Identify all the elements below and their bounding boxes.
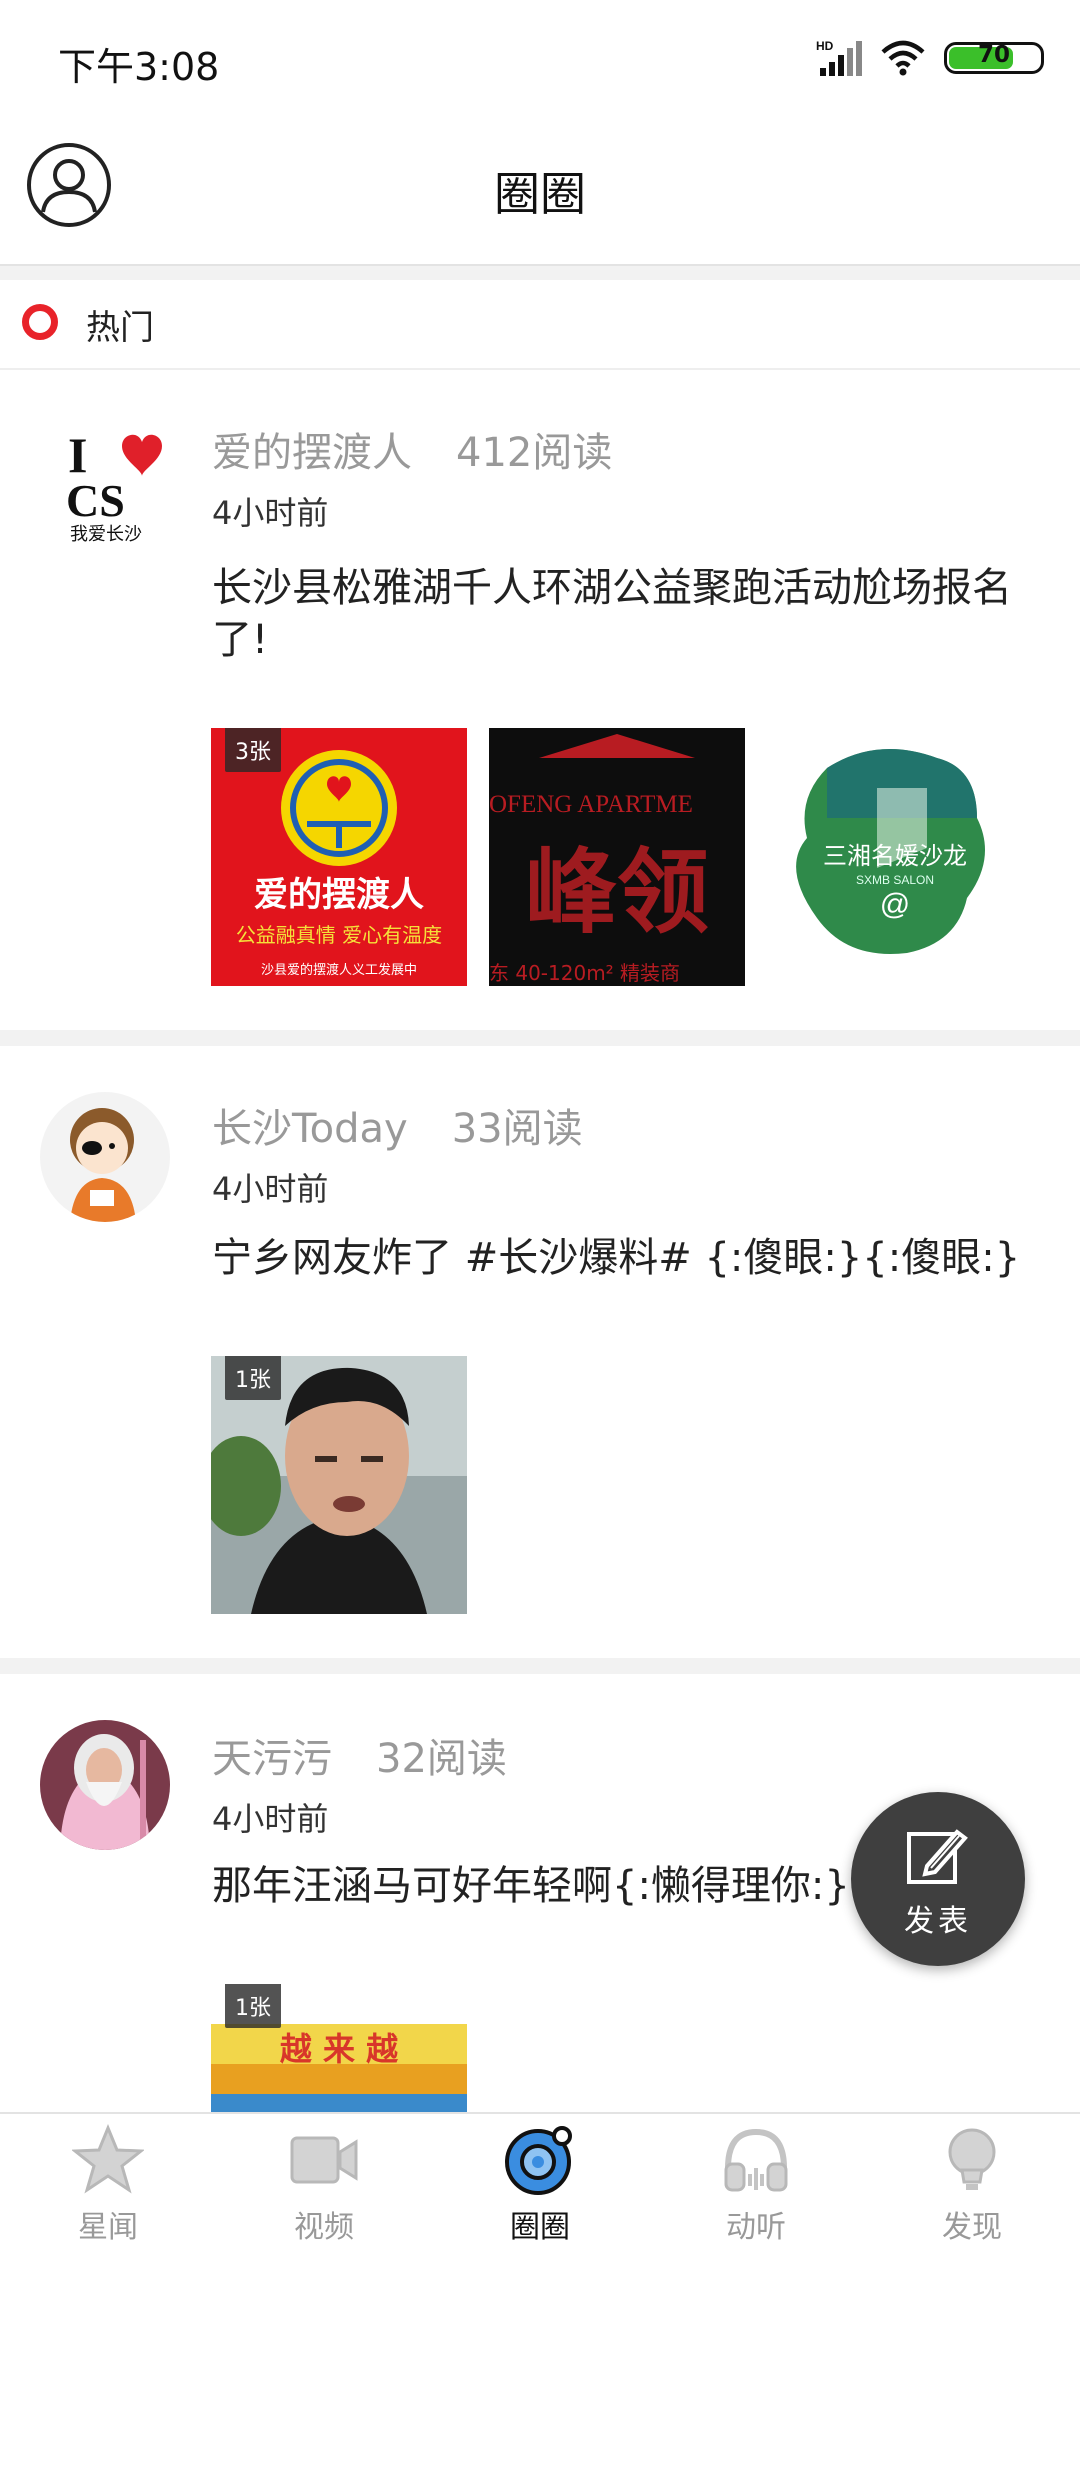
post-time: 4小时前 bbox=[212, 1800, 329, 1838]
wifi-icon bbox=[881, 40, 925, 76]
post-author[interactable]: 天污污 bbox=[212, 1736, 332, 1782]
signal-icon: HD bbox=[816, 39, 862, 76]
post-image[interactable]: OFENG APARTME 峰领 东 40-120m² 精装商 bbox=[489, 728, 745, 986]
post-time: 4小时前 bbox=[212, 1170, 329, 1208]
compose-pen-icon bbox=[907, 1829, 968, 1884]
status-bar: 下午3:08 HD 70 bbox=[0, 0, 1080, 116]
app-header: 圈圈 bbox=[0, 116, 1080, 266]
post-author[interactable]: 长沙Today bbox=[212, 1106, 408, 1152]
salon-logo-image: 三湘名媛沙龙 SXMB SALON @ bbox=[767, 728, 1023, 986]
svg-text:我爱长沙: 我爱长沙 bbox=[70, 524, 142, 544]
post-read-count: 32阅读 bbox=[376, 1736, 507, 1782]
i-love-cs-logo: I CS 我爱长沙 bbox=[44, 416, 172, 544]
post-compose-button[interactable]: 发表 bbox=[851, 1792, 1025, 1966]
status-icons: HD 70 bbox=[816, 38, 1044, 78]
page-title: 圈圈 bbox=[494, 167, 586, 221]
post-author-line: 长沙Today 33阅读 bbox=[212, 1096, 583, 1154]
section-label: 热门 bbox=[86, 308, 154, 348]
network-type: HD bbox=[816, 39, 834, 53]
nav-item-circle[interactable]: 圈圈 bbox=[432, 2114, 648, 2250]
post-image[interactable]: 三湘名媛沙龙 SXMB SALON @ bbox=[767, 728, 1023, 986]
image-count-badge: 1张 bbox=[225, 1356, 281, 1400]
photo-avatar-image bbox=[40, 1720, 170, 1850]
post-image[interactable]: 爱的摆渡人 公益融真情 爱心有温度 沙县爱的摆渡人义工发展中 3张 bbox=[211, 728, 467, 986]
post-image[interactable]: 1张 bbox=[211, 1356, 467, 1614]
post-avatar[interactable] bbox=[40, 1092, 170, 1222]
svg-text:三湘名媛沙龙: 三湘名媛沙龙 bbox=[823, 842, 967, 870]
post-read-count: 33阅读 bbox=[451, 1106, 583, 1152]
nav-label: 发现 bbox=[942, 2210, 1002, 2245]
post-separator bbox=[0, 1030, 1080, 1046]
lightbulb-icon bbox=[948, 2128, 996, 2190]
svg-text:越 来 越: 越 来 越 bbox=[280, 2030, 399, 2068]
svg-text:沙县爱的摆渡人义工发展中: 沙县爱的摆渡人义工发展中 bbox=[261, 962, 417, 978]
status-time: 下午3:08 bbox=[58, 45, 220, 89]
post-author-line: 爱的摆渡人 412阅读 bbox=[212, 420, 612, 478]
post-separator bbox=[0, 1658, 1080, 1674]
post-avatar[interactable]: I CS 我爱长沙 bbox=[44, 416, 172, 544]
post-author[interactable]: 爱的摆渡人 bbox=[212, 430, 412, 476]
post-text[interactable]: 长沙县松雅湖千人环湖公益聚跑活动尬场报名了! bbox=[212, 562, 1042, 666]
svg-text:@: @ bbox=[880, 888, 910, 921]
hot-ring-icon bbox=[22, 304, 58, 340]
svg-text:公益融真情 爱心有温度: 公益融真情 爱心有温度 bbox=[236, 923, 442, 947]
nav-label: 圈圈 bbox=[510, 2210, 570, 2245]
divider bbox=[0, 266, 1080, 280]
nav-item-discover[interactable]: 发现 bbox=[864, 2114, 1080, 2250]
image-count-badge: 1张 bbox=[225, 1984, 281, 2028]
bottom-nav: 星闻 视频 圈圈 动听 发现 bbox=[0, 2112, 1080, 2250]
svg-text:峰领: 峰领 bbox=[525, 839, 709, 946]
nav-label: 视频 bbox=[294, 2210, 354, 2245]
section-header-hot[interactable]: 热门 bbox=[0, 280, 1080, 370]
post-text[interactable]: 宁乡网友炸了 #长沙爆料# {:傻眼:}{:傻眼:} bbox=[212, 1232, 1042, 1284]
svg-text:爱的摆渡人: 爱的摆渡人 bbox=[254, 875, 424, 915]
cartoon-avatar-image bbox=[40, 1092, 170, 1222]
nav-label: 动听 bbox=[726, 2210, 786, 2245]
video-icon bbox=[290, 2136, 358, 2184]
svg-text:CS: CS bbox=[66, 475, 125, 526]
svg-text:OFENG APARTME: OFENG APARTME bbox=[489, 791, 693, 818]
svg-text:东 40-120m² 精装商: 东 40-120m² 精装商 bbox=[489, 961, 680, 985]
nav-item-listen[interactable]: 动听 bbox=[648, 2114, 864, 2250]
battery-level: 70 bbox=[977, 42, 1010, 68]
star-icon bbox=[72, 2124, 144, 2194]
post-time: 4小时前 bbox=[212, 494, 329, 532]
headphones-icon bbox=[724, 2128, 788, 2192]
post-card[interactable]: I CS 我爱长沙 爱的摆渡人 412阅读 4小时前 长沙县松雅湖千人环湖公益聚跑… bbox=[0, 370, 1080, 1030]
compose-label: 发表 bbox=[904, 1904, 972, 1939]
nav-item-video[interactable]: 视频 bbox=[216, 2114, 432, 2250]
nav-item-star[interactable]: 星闻 bbox=[0, 2114, 216, 2250]
post-card[interactable]: 长沙Today 33阅读 4小时前 宁乡网友炸了 #长沙爆料# {:傻眼:}{:傻… bbox=[0, 1046, 1080, 1658]
post-author-line: 天污污 32阅读 bbox=[212, 1726, 507, 1784]
post-avatar[interactable] bbox=[40, 1720, 170, 1850]
battery-indicator: 70 bbox=[944, 42, 1044, 74]
circle-icon bbox=[505, 2126, 572, 2195]
apartment-ad-image: OFENG APARTME 峰领 东 40-120m² 精装商 bbox=[489, 728, 745, 986]
nav-label: 星闻 bbox=[78, 2210, 138, 2245]
svg-text:SXMB SALON: SXMB SALON bbox=[856, 873, 934, 887]
image-count-badge: 3张 bbox=[225, 728, 281, 772]
post-read-count: 412阅读 bbox=[456, 430, 613, 476]
